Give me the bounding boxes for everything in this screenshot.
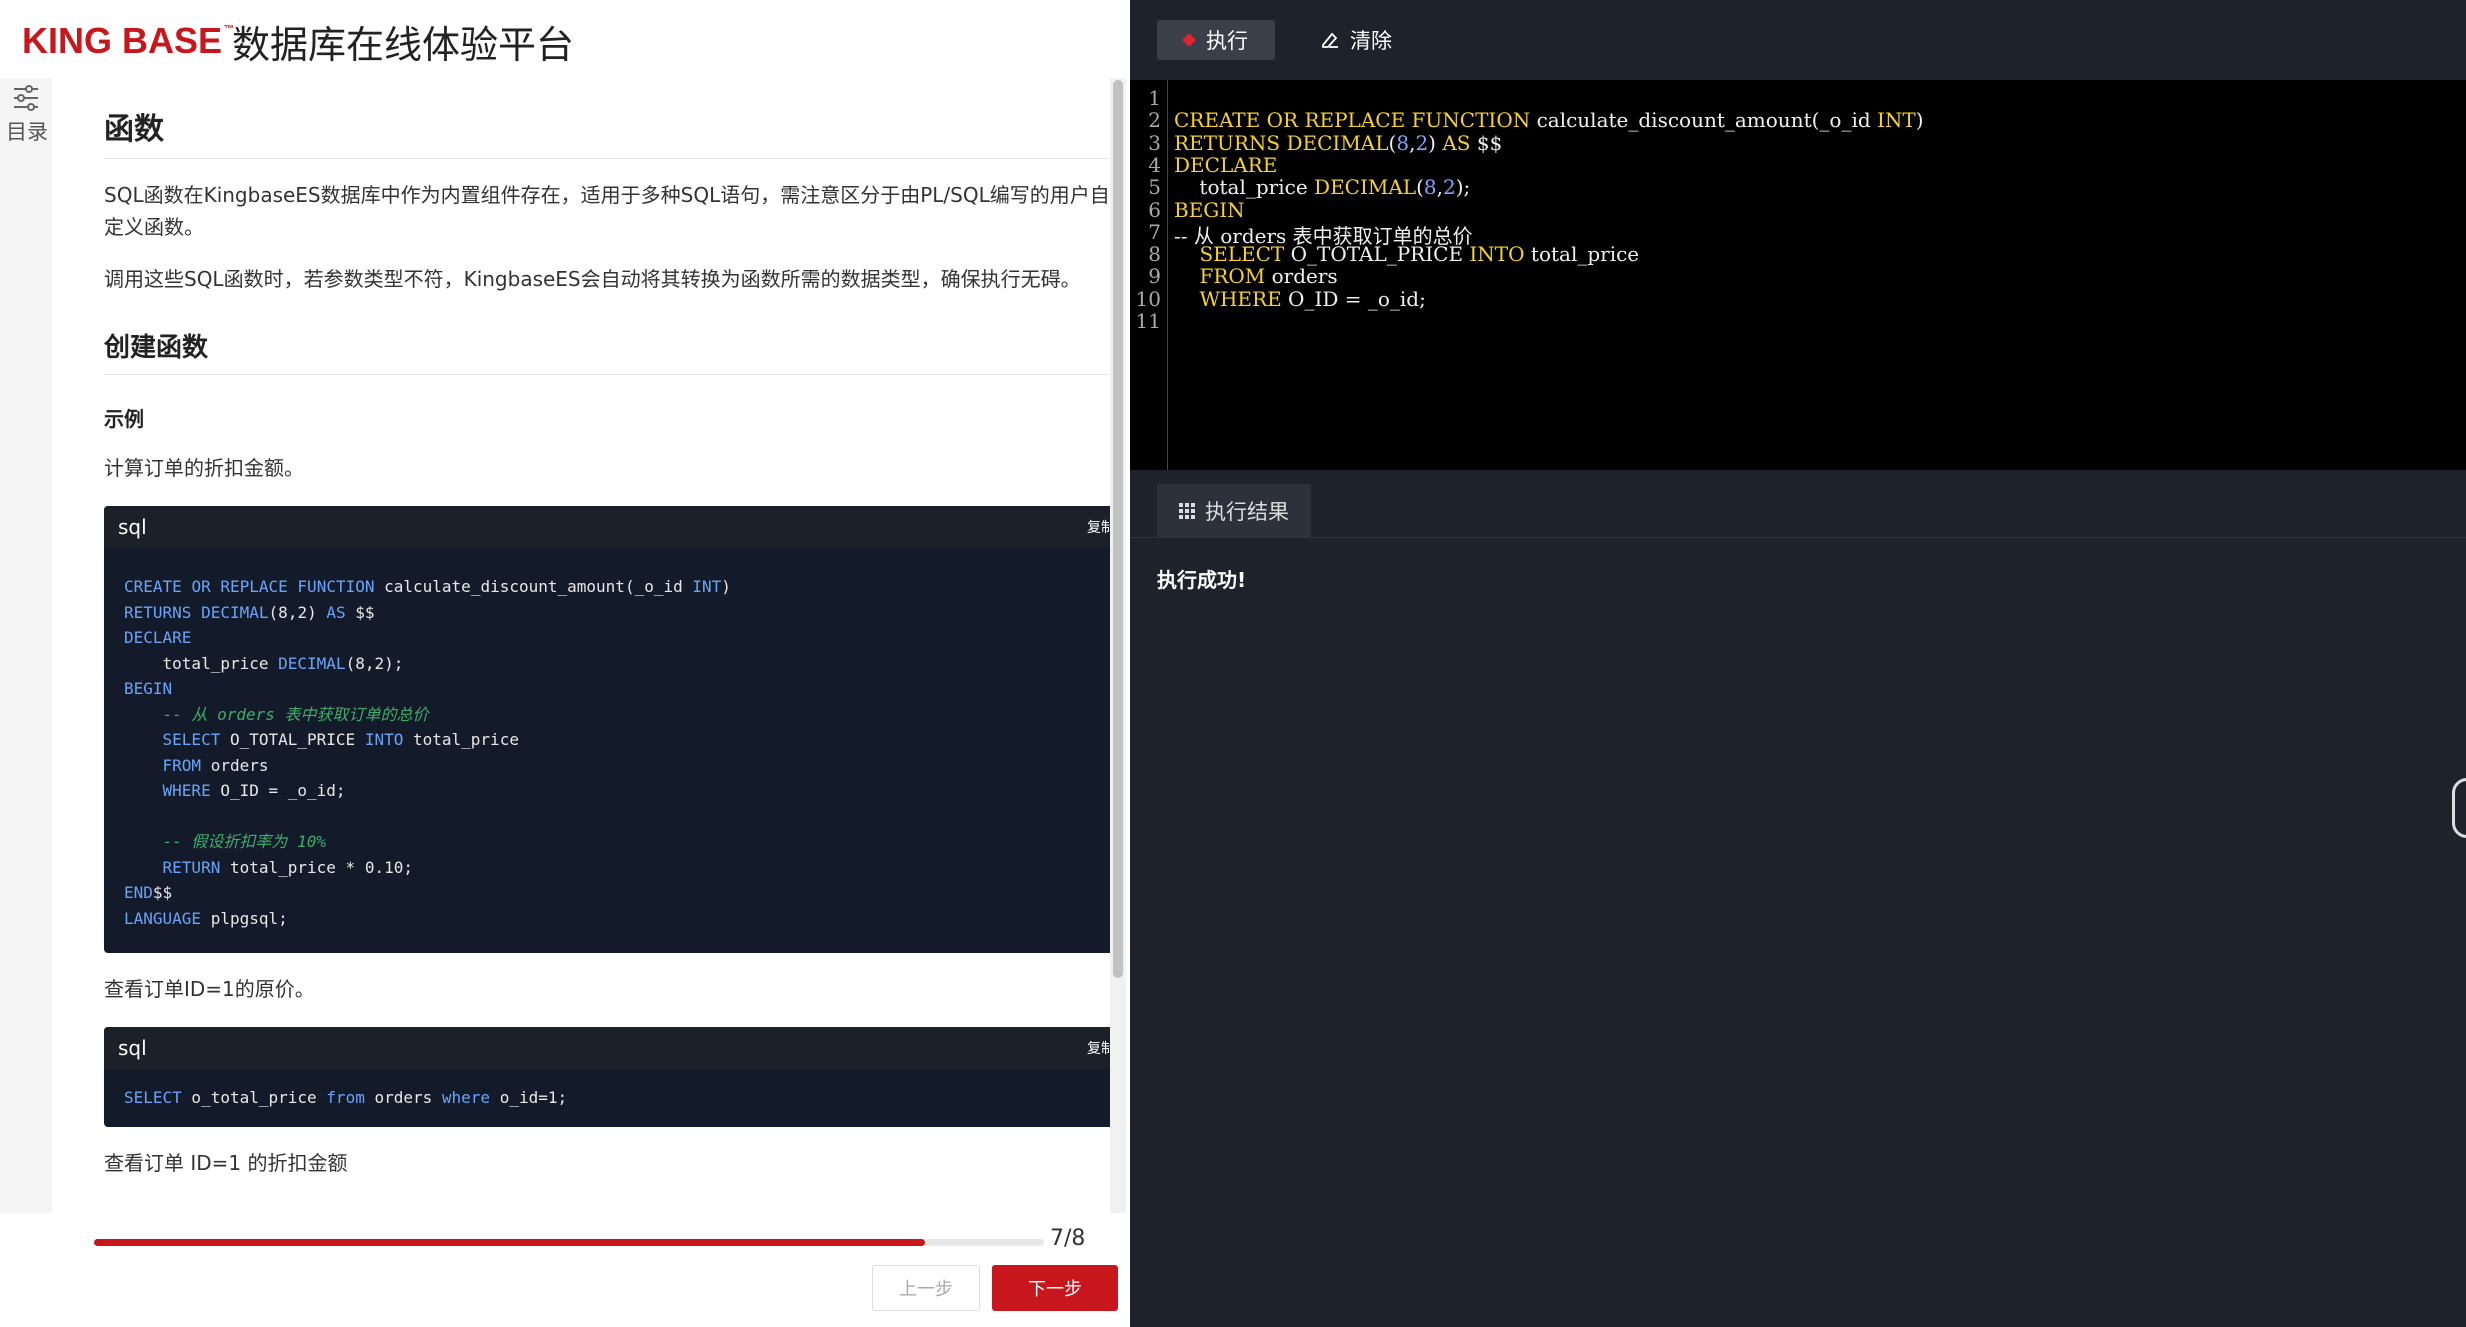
- progress-bar-fill: [94, 1239, 926, 1246]
- line-number: 6: [1148, 197, 1161, 222]
- line-number: 1: [1148, 86, 1161, 110]
- sliders-icon[interactable]: [12, 84, 40, 112]
- code-block-create-function: sql 复制 CREATE OR REPLACE FUNCTION calcul…: [104, 506, 1110, 953]
- code-block-header: sql 复制: [104, 1027, 1110, 1069]
- site-title: 数据库在线体验平台: [232, 23, 575, 67]
- line-number: 2: [1148, 108, 1161, 133]
- next-step-button[interactable]: 下一步: [992, 1265, 1118, 1311]
- clear-label: 清除: [1350, 29, 1392, 53]
- result-message: 执行成功!: [1157, 568, 1247, 592]
- editor-line: total_price DECIMAL(8,2);: [1174, 175, 1471, 200]
- progress-label: 7/8: [1050, 1226, 1086, 1251]
- code-language-label: sql: [118, 515, 147, 539]
- editor-line: WHERE O_ID = _o_id;: [1199, 286, 1426, 311]
- article-paragraph-4: 查看订单ID=1的原价。: [104, 977, 315, 1001]
- line-number-gutter: 1 2 3 4 5 6 7 8 9 10 11: [1130, 80, 1168, 470]
- editor-line: -- 从 orders 表中获取订单的总价: [1174, 223, 1473, 248]
- sql-workspace: 执行 清除 1 2 3 4 5 6 7 8 9 10 11 CREATE OR REPLACE FU…: [1130, 0, 2466, 1327]
- code-block-select: sql 复制 SELECT o_total_price from orders …: [104, 1027, 1110, 1127]
- editor-line: BEGIN: [1174, 197, 1245, 222]
- toc-rail[interactable]: 目录: [0, 78, 52, 1213]
- editor-line: DECLARE: [1174, 152, 1278, 177]
- code-language-label: sql: [118, 1036, 147, 1060]
- panel-toggle-handle[interactable]: [2452, 778, 2466, 838]
- line-number: 3: [1148, 130, 1161, 155]
- code-block-header: sql 复制: [104, 506, 1110, 548]
- previous-step-button[interactable]: 上一步: [872, 1265, 980, 1311]
- header: KING BASE ™ 数据库在线体验平台: [0, 0, 1130, 78]
- article-heading: 函数: [104, 104, 1110, 159]
- line-number: 10: [1135, 286, 1161, 311]
- code-block-body: SELECT o_total_price from orders where o…: [124, 1088, 568, 1107]
- editor-line: FROM orders: [1199, 264, 1338, 289]
- article-paragraph-3: 计算订单的折扣金额。: [104, 456, 304, 480]
- execute-label: 执行: [1206, 29, 1248, 53]
- editor-toolbar: 执行 清除: [1130, 0, 2466, 80]
- copy-button[interactable]: 复制: [1087, 517, 1110, 537]
- line-number: 8: [1148, 242, 1161, 267]
- tutorial-panel: KING BASE ™ 数据库在线体验平台 目录 函数 SQL函数在Kingbas…: [0, 0, 1130, 1327]
- line-number: 11: [1135, 309, 1161, 333]
- article-content: 函数 SQL函数在KingbaseES数据库中作为内置组件存在，适用于多种SQL…: [52, 78, 1110, 1213]
- footer-navigation: 7/8 上一步 下一步: [0, 1213, 1130, 1327]
- editor-line: CREATE OR REPLACE FUNCTION calculate_dis…: [1174, 108, 1924, 133]
- eraser-icon: [1322, 32, 1338, 48]
- scrollbar-thumb[interactable]: [1113, 80, 1123, 978]
- content-scrollbar[interactable]: [1110, 78, 1126, 1213]
- clear-button[interactable]: 清除: [1320, 20, 1392, 60]
- article-paragraph-5: 查看订单 ID=1 的折扣金额: [104, 1150, 348, 1175]
- execute-button[interactable]: 执行: [1157, 20, 1275, 60]
- line-number: 9: [1148, 264, 1161, 289]
- editor-line: RETURNS DECIMAL(8,2) AS $$: [1174, 130, 1503, 155]
- article-paragraph-1: SQL函数在KingbaseES数据库中作为内置组件存在，适用于多种SQL语句，…: [104, 183, 1110, 239]
- progress-bar: [94, 1239, 1044, 1246]
- toc-label[interactable]: 目录: [6, 116, 48, 146]
- line-number: 7: [1148, 219, 1161, 244]
- line-number: 5: [1148, 175, 1161, 200]
- run-icon: [1181, 32, 1197, 48]
- editor-line: SELECT O_TOTAL_PRICE INTO total_price: [1199, 242, 1640, 267]
- section-heading-create-function: 创建函数: [104, 327, 1110, 375]
- example-heading: 示例: [104, 407, 144, 431]
- code-block-body: CREATE OR REPLACE FUNCTION calculate_dis…: [124, 577, 731, 928]
- kingbase-logo: KING BASE ™: [22, 20, 235, 61]
- grid-icon: [1179, 503, 1195, 519]
- article-paragraph-2: 调用这些SQL函数时，若参数类型不符，KingbaseES会自动将其转换为函数所…: [104, 267, 1081, 291]
- tab-label: 执行结果: [1205, 500, 1289, 524]
- tab-execution-result[interactable]: 执行结果: [1157, 484, 1311, 538]
- copy-button[interactable]: 复制: [1087, 1038, 1110, 1058]
- sql-editor[interactable]: 1 2 3 4 5 6 7 8 9 10 11 CREATE OR REPLACE FUNCTION…: [1130, 80, 2466, 470]
- line-number: 4: [1148, 152, 1161, 177]
- result-tab-bar: 执行结果: [1130, 470, 2466, 538]
